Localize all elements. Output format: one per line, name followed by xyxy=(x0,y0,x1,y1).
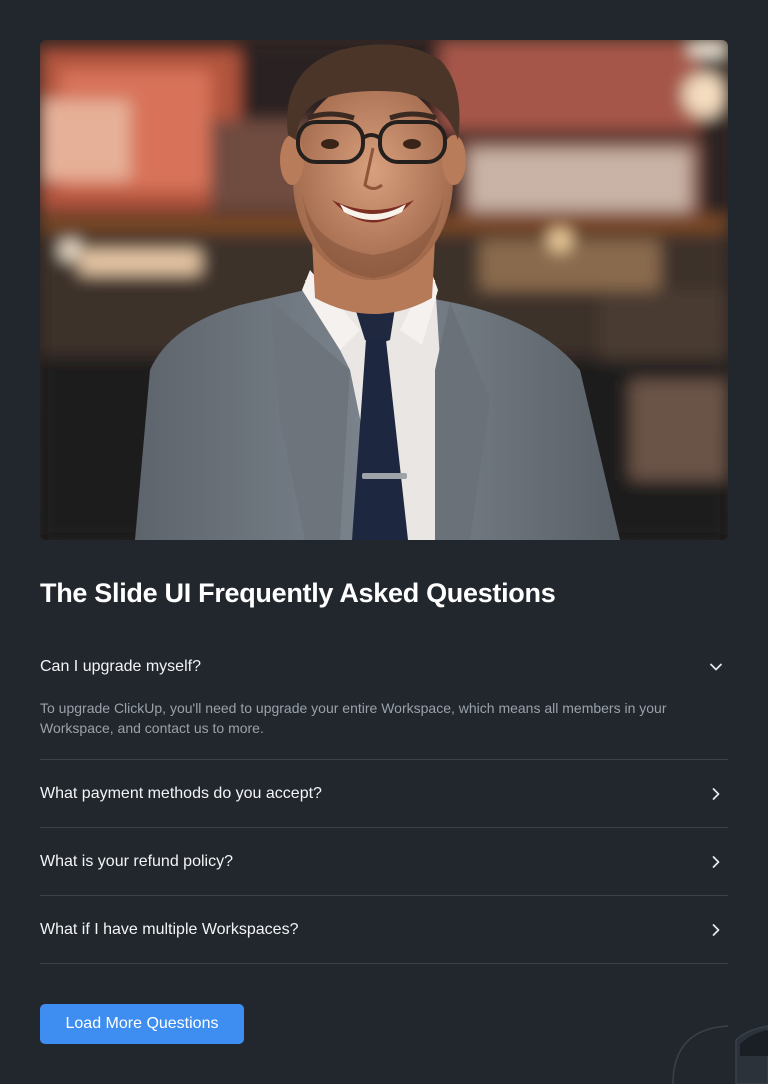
chevron-right-icon[interactable] xyxy=(704,918,728,942)
faq-question-toggle[interactable]: What is your refund policy? xyxy=(40,828,728,895)
faq-question-toggle[interactable]: What payment methods do you accept? xyxy=(40,760,728,827)
faq-question: What payment methods do you accept? xyxy=(40,784,322,802)
faq-list: Can I upgrade myself? To upgrade ClickUp… xyxy=(40,634,728,964)
faq-item: What is your refund policy? xyxy=(40,828,728,896)
decorative-shape xyxy=(672,1025,768,1084)
faq-item: Can I upgrade myself? To upgrade ClickUp… xyxy=(40,634,728,760)
load-more-button[interactable]: Load More Questions xyxy=(40,1004,244,1044)
faq-question: What if I have multiple Workspaces? xyxy=(40,920,299,938)
faq-question: What is your refund policy? xyxy=(40,852,233,870)
faq-title: The Slide UI Frequently Asked Questions xyxy=(40,578,556,608)
faq-item: What payment methods do you accept? xyxy=(40,760,728,828)
faq-question-toggle[interactable]: Can I upgrade myself? xyxy=(40,634,728,700)
faq-question: Can I upgrade myself? xyxy=(40,658,201,675)
faq-question-toggle[interactable]: What if I have multiple Workspaces? xyxy=(40,896,728,963)
chevron-right-icon[interactable] xyxy=(704,850,728,874)
chevron-right-icon[interactable] xyxy=(704,782,728,806)
hero-photo xyxy=(40,40,728,540)
chevron-down-icon[interactable] xyxy=(704,655,728,679)
hero-image xyxy=(40,40,728,540)
faq-item: What if I have multiple Workspaces? xyxy=(40,896,728,964)
faq-answer: To upgrade ClickUp, you'll need to upgra… xyxy=(40,700,667,736)
